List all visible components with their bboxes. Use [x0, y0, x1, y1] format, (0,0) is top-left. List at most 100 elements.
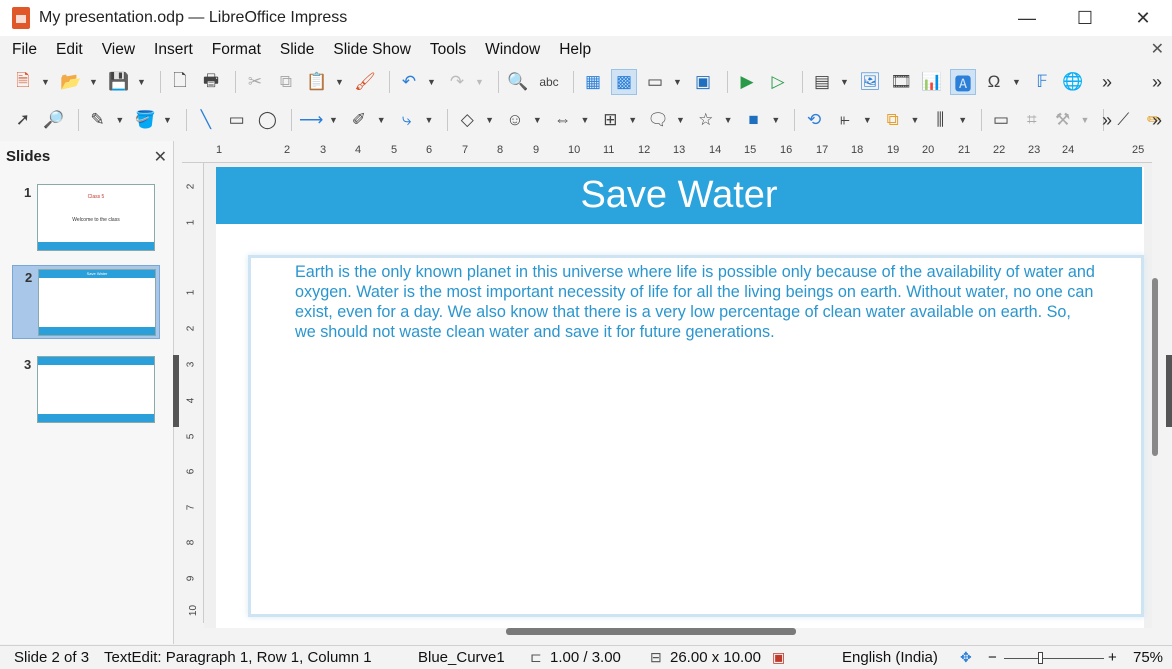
- print-icon[interactable]: 🖶: [198, 69, 224, 95]
- open-folder-icon[interactable]: 📂: [58, 69, 84, 95]
- chevron-down-icon[interactable]: ▼: [1012, 69, 1021, 95]
- hyperlink-icon[interactable]: 🌐: [1060, 69, 1086, 95]
- 3d-objects-icon[interactable]: ■: [741, 107, 767, 133]
- document-modified-icon[interactable]: ▣: [772, 649, 785, 666]
- chevron-down-icon[interactable]: ▼: [475, 69, 484, 95]
- callouts-icon[interactable]: 🗨: [645, 107, 671, 133]
- chevron-down-icon[interactable]: ▼: [533, 107, 542, 133]
- find-replace-icon[interactable]: 🔍: [505, 69, 531, 95]
- chevron-down-icon[interactable]: ▼: [673, 69, 682, 95]
- slide-thumbnail-1[interactable]: 1 Class 5 Welcome to the class: [12, 181, 160, 255]
- chevron-down-icon[interactable]: ▼: [335, 69, 344, 95]
- slide-thumbnail-2[interactable]: 2 Save Water: [12, 265, 160, 339]
- clone-formatting-icon[interactable]: 🖌: [352, 69, 378, 95]
- media-icon[interactable]: 🎞: [888, 69, 914, 95]
- redo-icon[interactable]: ↷: [444, 69, 470, 95]
- more-tools-icon[interactable]: »: [1152, 110, 1162, 131]
- master-slide-icon[interactable]: ▣: [690, 69, 716, 95]
- slide-title[interactable]: Save Water: [580, 174, 777, 217]
- image-icon[interactable]: 🖼: [857, 69, 883, 95]
- horizontal-ruler[interactable]: 1 2 3 4 5 6 7 8 9 10 11 12 13 14 15 16 1…: [182, 141, 1152, 163]
- export-pdf-icon[interactable]: 🗋: [167, 69, 193, 95]
- rotate-icon[interactable]: ⟲: [801, 107, 827, 133]
- save-icon[interactable]: 💾: [106, 69, 132, 95]
- menu-help[interactable]: Help: [559, 41, 591, 59]
- fill-color-icon[interactable]: 🪣: [132, 107, 158, 133]
- spelling-icon[interactable]: abc: [536, 69, 562, 95]
- chevron-down-icon[interactable]: ▼: [581, 107, 590, 133]
- start-current-slide-icon[interactable]: ▷: [765, 69, 791, 95]
- align-objects-icon[interactable]: ⫦: [832, 107, 858, 133]
- horizontal-scrollbar[interactable]: [506, 628, 796, 635]
- menu-view[interactable]: View: [102, 41, 135, 59]
- more-tools-icon[interactable]: »: [1102, 72, 1112, 93]
- chevron-down-icon[interactable]: ▼: [840, 69, 849, 95]
- filter-icon[interactable]: ⚒: [1050, 107, 1076, 133]
- points-icon[interactable]: ⟋: [1110, 107, 1136, 133]
- chevron-down-icon[interactable]: ▼: [628, 107, 637, 133]
- close-pane-icon[interactable]: ✕: [154, 147, 167, 167]
- arrange-icon[interactable]: ⧉: [880, 107, 906, 133]
- chevron-down-icon[interactable]: ▼: [424, 107, 433, 133]
- chevron-down-icon[interactable]: ▼: [115, 107, 124, 133]
- slide-canvas[interactable]: Save Water Earth is the only known plane…: [204, 163, 1152, 628]
- connectors-icon[interactable]: ⤷: [394, 107, 420, 133]
- menu-tools[interactable]: Tools: [430, 41, 466, 59]
- shadow-icon[interactable]: ▭: [988, 107, 1014, 133]
- zoom-slider-handle[interactable]: [1038, 652, 1043, 664]
- chevron-down-icon[interactable]: ▼: [1080, 107, 1089, 133]
- copy-icon[interactable]: ⧉: [273, 69, 299, 95]
- vertical-scrollbar[interactable]: [1152, 278, 1158, 456]
- flowchart-icon[interactable]: ⊞: [597, 107, 623, 133]
- cut-icon[interactable]: ✂: [242, 69, 268, 95]
- zoom-level[interactable]: 75%: [1133, 649, 1163, 666]
- chevron-down-icon[interactable]: ▼: [427, 69, 436, 95]
- special-character-icon[interactable]: Ω: [981, 69, 1007, 95]
- menu-file[interactable]: File: [12, 41, 37, 59]
- ellipse-icon[interactable]: ◯: [255, 107, 281, 133]
- menu-format[interactable]: Format: [212, 41, 261, 59]
- start-first-slide-icon[interactable]: ▶: [734, 69, 760, 95]
- slide-thumbnail-3[interactable]: 3: [12, 353, 160, 427]
- zoom-in-button[interactable]: +: [1108, 649, 1117, 666]
- chevron-down-icon[interactable]: ▼: [89, 69, 98, 95]
- zoom-pan-icon[interactable]: 🔎: [41, 107, 67, 133]
- zoom-slider[interactable]: [1004, 658, 1104, 659]
- text-box-icon[interactable]: 🅰: [950, 69, 976, 95]
- new-document-icon[interactable]: 🗎: [10, 69, 36, 95]
- stars-icon[interactable]: ☆: [693, 107, 719, 133]
- distribute-icon[interactable]: ⫼: [927, 107, 953, 133]
- chevron-down-icon[interactable]: ▼: [771, 107, 780, 133]
- master-slide-name[interactable]: Blue_Curve1: [418, 649, 505, 666]
- chevron-down-icon[interactable]: ▼: [863, 107, 872, 133]
- slide-body-text[interactable]: Earth is the only known planet in this u…: [295, 262, 1095, 342]
- paste-icon[interactable]: 📋: [304, 69, 330, 95]
- grid-icon[interactable]: ▦: [580, 69, 606, 95]
- close-document-icon[interactable]: ✕: [1151, 39, 1164, 59]
- chevron-down-icon[interactable]: ▼: [377, 107, 386, 133]
- menu-edit[interactable]: Edit: [56, 41, 83, 59]
- chevron-down-icon[interactable]: ▼: [41, 69, 50, 95]
- line-color-icon[interactable]: ✎: [85, 107, 111, 133]
- pane-splitter-handle[interactable]: [173, 355, 179, 427]
- chevron-down-icon[interactable]: ▼: [329, 107, 338, 133]
- block-arrows-icon[interactable]: ⇔: [550, 107, 576, 133]
- more-tools-icon[interactable]: »: [1152, 72, 1162, 93]
- symbol-shapes-icon[interactable]: ☺: [502, 107, 528, 133]
- line-icon[interactable]: ╲: [193, 107, 219, 133]
- fit-slide-icon[interactable]: ✥: [960, 649, 972, 666]
- slide[interactable]: Save Water Earth is the only known plane…: [216, 167, 1144, 628]
- chevron-down-icon[interactable]: ▼: [911, 107, 920, 133]
- maximize-button[interactable]: ☐: [1056, 0, 1114, 36]
- menu-slide-show[interactable]: Slide Show: [333, 41, 411, 59]
- chevron-down-icon[interactable]: ▼: [724, 107, 733, 133]
- chevron-down-icon[interactable]: ▼: [958, 107, 967, 133]
- select-icon[interactable]: ➚: [10, 107, 36, 133]
- table-icon[interactable]: ▤: [809, 69, 835, 95]
- menu-insert[interactable]: Insert: [154, 41, 193, 59]
- chevron-down-icon[interactable]: ▼: [676, 107, 685, 133]
- display-views-icon[interactable]: ▭: [642, 69, 668, 95]
- chevron-down-icon[interactable]: ▼: [163, 107, 172, 133]
- more-tools-icon[interactable]: »: [1102, 110, 1112, 131]
- crop-icon[interactable]: ⌗: [1019, 107, 1045, 133]
